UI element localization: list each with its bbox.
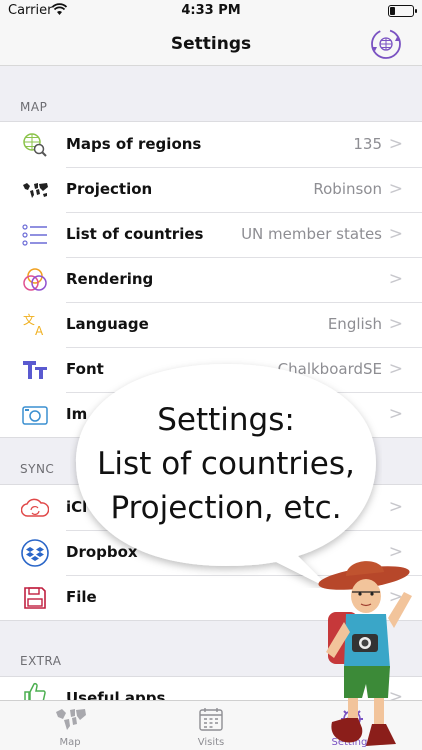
row-label: Projection bbox=[66, 180, 153, 198]
row-label: List of countries bbox=[66, 225, 204, 243]
row-value: Robinson bbox=[313, 180, 382, 198]
chevron-right-icon: > bbox=[388, 497, 403, 517]
row-maps-of-regions[interactable]: Maps of regions 135 > bbox=[0, 122, 422, 167]
page-title: Settings bbox=[170, 34, 252, 54]
section-header-sync: SYNC bbox=[20, 462, 55, 476]
row-value: 135 bbox=[353, 135, 382, 153]
chevron-right-icon: > bbox=[388, 134, 403, 154]
row-language[interactable]: 文A Language English > bbox=[0, 302, 422, 347]
svg-text:文: 文 bbox=[23, 312, 35, 327]
row-rendering[interactable]: Rendering > bbox=[0, 257, 422, 302]
battery-icon bbox=[388, 5, 417, 17]
row-list-of-countries[interactable]: List of countries UN member states > bbox=[0, 212, 422, 257]
world-map-icon bbox=[21, 177, 49, 203]
translate-icon: 文A bbox=[21, 312, 49, 338]
section-header-extra: EXTRA bbox=[20, 654, 62, 668]
tab-label: Map bbox=[59, 737, 81, 748]
speech-bubble-text: Settings: List of countries, Projection,… bbox=[70, 398, 382, 530]
row-label: Maps of regions bbox=[66, 135, 202, 153]
chevron-right-icon: > bbox=[388, 359, 403, 379]
tab-label: Visits bbox=[197, 737, 225, 748]
section-header-map: MAP bbox=[20, 100, 48, 114]
svg-text:A: A bbox=[35, 324, 44, 338]
sync-globe-icon[interactable] bbox=[370, 28, 402, 60]
row-label: File bbox=[66, 588, 97, 606]
status-bar: Carrier 4:33 PM bbox=[0, 0, 422, 22]
row-label: Useful apps bbox=[66, 689, 166, 700]
thumbs-up-icon bbox=[21, 681, 49, 700]
chevron-right-icon: > bbox=[388, 314, 403, 334]
font-icon bbox=[21, 357, 49, 383]
tab-visits[interactable]: Visits bbox=[141, 701, 281, 750]
bubble-line-3: Projection, etc. bbox=[110, 490, 342, 526]
clock: 4:33 PM bbox=[181, 3, 241, 18]
floppy-disk-icon bbox=[21, 585, 49, 611]
icloud-icon bbox=[21, 495, 49, 521]
row-value: English bbox=[327, 315, 382, 333]
row-label: Language bbox=[66, 315, 149, 333]
chevron-right-icon: > bbox=[388, 269, 403, 289]
calendar-icon bbox=[199, 708, 223, 731]
bubble-line-2: List of countries, bbox=[97, 446, 355, 482]
chevron-right-icon: > bbox=[388, 179, 403, 199]
color-circles-icon bbox=[21, 267, 49, 293]
row-projection[interactable]: Projection Robinson > bbox=[0, 167, 422, 212]
bubble-line-1: Settings: bbox=[157, 402, 295, 438]
list-icon bbox=[21, 222, 49, 248]
globe-search-icon bbox=[21, 132, 49, 158]
camera-icon bbox=[21, 402, 49, 428]
speech-bubble: Settings: List of countries, Projection,… bbox=[70, 358, 382, 588]
traveler-mascot-illustration bbox=[318, 561, 412, 746]
chevron-right-icon: > bbox=[388, 224, 403, 244]
row-label: Rendering bbox=[66, 270, 154, 288]
dropbox-icon bbox=[21, 539, 49, 567]
chevron-right-icon: > bbox=[388, 404, 403, 424]
world-map-icon bbox=[56, 709, 86, 730]
tab-map[interactable]: Map bbox=[0, 701, 140, 750]
row-value: UN member states bbox=[241, 225, 382, 243]
navigation-bar: Settings bbox=[0, 22, 422, 66]
